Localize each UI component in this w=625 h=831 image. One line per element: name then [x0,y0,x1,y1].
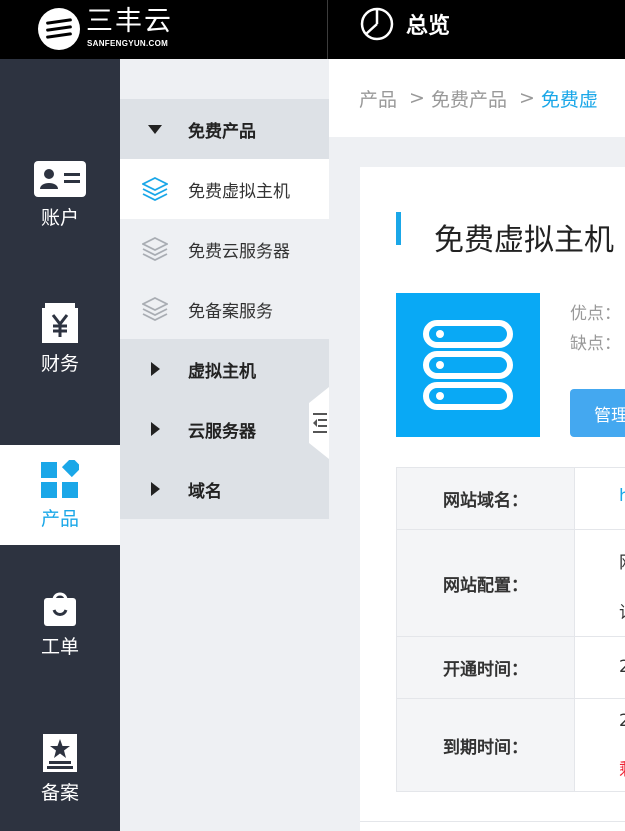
logo[interactable]: 三丰云 SANFENGYUN.COM [38,6,188,52]
grid-diamond-icon [41,459,79,498]
id-card-icon [34,160,86,197]
open-time-label: 开通时间： [397,637,575,698]
overview-label: 总览 [406,14,451,39]
pros-label: 优点： [570,304,621,324]
subnav-item-label: 免费虚拟主机 [188,181,290,202]
subnav-item-free-vhost[interactable]: 免费虚拟主机 [120,159,329,219]
subnav-group-vhost-label: 虚拟主机 [188,361,256,382]
subnav-group-cloud-label: 云服务器 [188,421,256,442]
info-table: 网站域名： h 网站配置： 网 词 开通时间： 2 到期时间： [396,467,625,792]
table-row: 网站配置： 网 词 [397,530,625,637]
breadcrumb-root[interactable]: 产品 [359,85,397,112]
product-subnav: 免费产品 免费虚拟主机 免费云服务器 免备案服务 虚拟主机 云服务器 域名 [120,59,329,831]
expire-time-cell: 2 剩 [575,699,625,791]
main-content: 产品 > 免费产品 > 免费虚 免费虚拟主机 优点： 缺点： 管理 网站域名： [329,59,625,831]
logo-sub: SANFENGYUN.COM [87,39,169,48]
expire-remaining: 剩 [619,755,625,780]
pie-chart-icon [360,7,394,41]
config-value-2: 词 [619,598,625,623]
product-card: 免费虚拟主机 优点： 缺点： 管理 网站域名： h 网站配置： 开通时间： 2 … [360,167,625,831]
breadcrumb: 产品 > 免费产品 > 免费虚 [329,59,625,137]
sidebar-item-ticket[interactable]: 工单 [0,574,120,674]
subnav-group-cloud[interactable]: 云服务器 [120,399,329,459]
domain-label: 网站域名： [397,468,575,529]
domain-value-cell: h [575,468,625,529]
product-image [396,293,540,437]
shopping-bag-icon [44,592,76,626]
collapse-subnav-icon[interactable] [309,387,329,459]
subnav-group-vhost[interactable]: 虚拟主机 [120,339,329,399]
subnav-group-domain-label: 域名 [188,481,222,502]
yen-box-icon [42,302,78,343]
layers-icon [142,297,168,321]
domain-value[interactable]: h [619,486,625,506]
sidebar-label-finance: 财务 [40,352,79,375]
subnav-item-label: 免费云服务器 [188,241,290,262]
manage-button[interactable]: 管理 [570,389,625,437]
next-card [360,821,625,831]
sidebar-label-filing: 备案 [40,781,79,804]
cons-label: 缺点： [570,334,621,354]
layers-icon [142,237,168,261]
page-title: 免费虚拟主机 [396,215,614,259]
header-divider [327,0,328,59]
open-time-cell: 2 [575,637,625,698]
subnav-item-free-filing[interactable]: 免备案服务 [120,279,329,339]
subnav-item-free-cloud[interactable]: 免费云服务器 [120,219,329,279]
main-sidebar: 账户 财务 产品 工单 备案 [0,59,120,831]
config-value-cell: 网 词 [575,530,625,636]
config-value-1: 网 [619,548,625,573]
sidebar-label-ticket: 工单 [40,635,79,658]
star-stamp-icon [43,733,77,772]
subnav-group-domain[interactable]: 域名 [120,459,329,519]
sidebar-label-product: 产品 [40,507,79,530]
expire-time-value: 2 [619,711,625,731]
layers-icon [142,177,168,201]
open-time-value: 2 [619,657,625,677]
subnav-list: 免费产品 免费虚拟主机 免费云服务器 免备案服务 虚拟主机 云服务器 域名 [120,99,329,519]
table-row: 开通时间： 2 [397,637,625,699]
overview-nav[interactable]: 总览 [360,7,450,41]
sidebar-label-account: 账户 [40,206,79,229]
caret-right-icon [148,362,162,376]
sidebar-item-product[interactable]: 产品 [0,445,120,545]
logo-mark-icon [38,8,80,50]
breadcrumb-free[interactable]: 免费产品 [431,85,507,112]
sidebar-item-finance[interactable]: 财务 [0,289,120,389]
breadcrumb-sep: > [518,87,535,109]
config-label: 网站配置： [397,530,575,636]
sidebar-item-account[interactable]: 账户 [0,145,120,245]
top-header: 三丰云 SANFENGYUN.COM 总览 [0,0,625,59]
caret-right-icon [148,482,162,496]
table-row: 网站域名： h [397,468,625,530]
logo-name: 三丰云 [86,6,173,37]
page-title-text: 免费虚拟主机 [434,223,614,258]
table-row: 到期时间： 2 剩 [397,699,625,791]
subnav-item-label: 免备案服务 [188,301,273,322]
breadcrumb-current: 免费虚 [540,88,598,111]
server-icon [423,320,513,410]
subnav-group-free-label: 免费产品 [188,121,256,142]
expire-time-label: 到期时间： [397,699,575,791]
sidebar-item-filing[interactable]: 备案 [0,719,120,819]
caret-down-icon [148,124,162,134]
caret-right-icon [148,422,162,436]
breadcrumb-sep: > [409,87,425,109]
subnav-group-free[interactable]: 免费产品 [120,99,329,159]
